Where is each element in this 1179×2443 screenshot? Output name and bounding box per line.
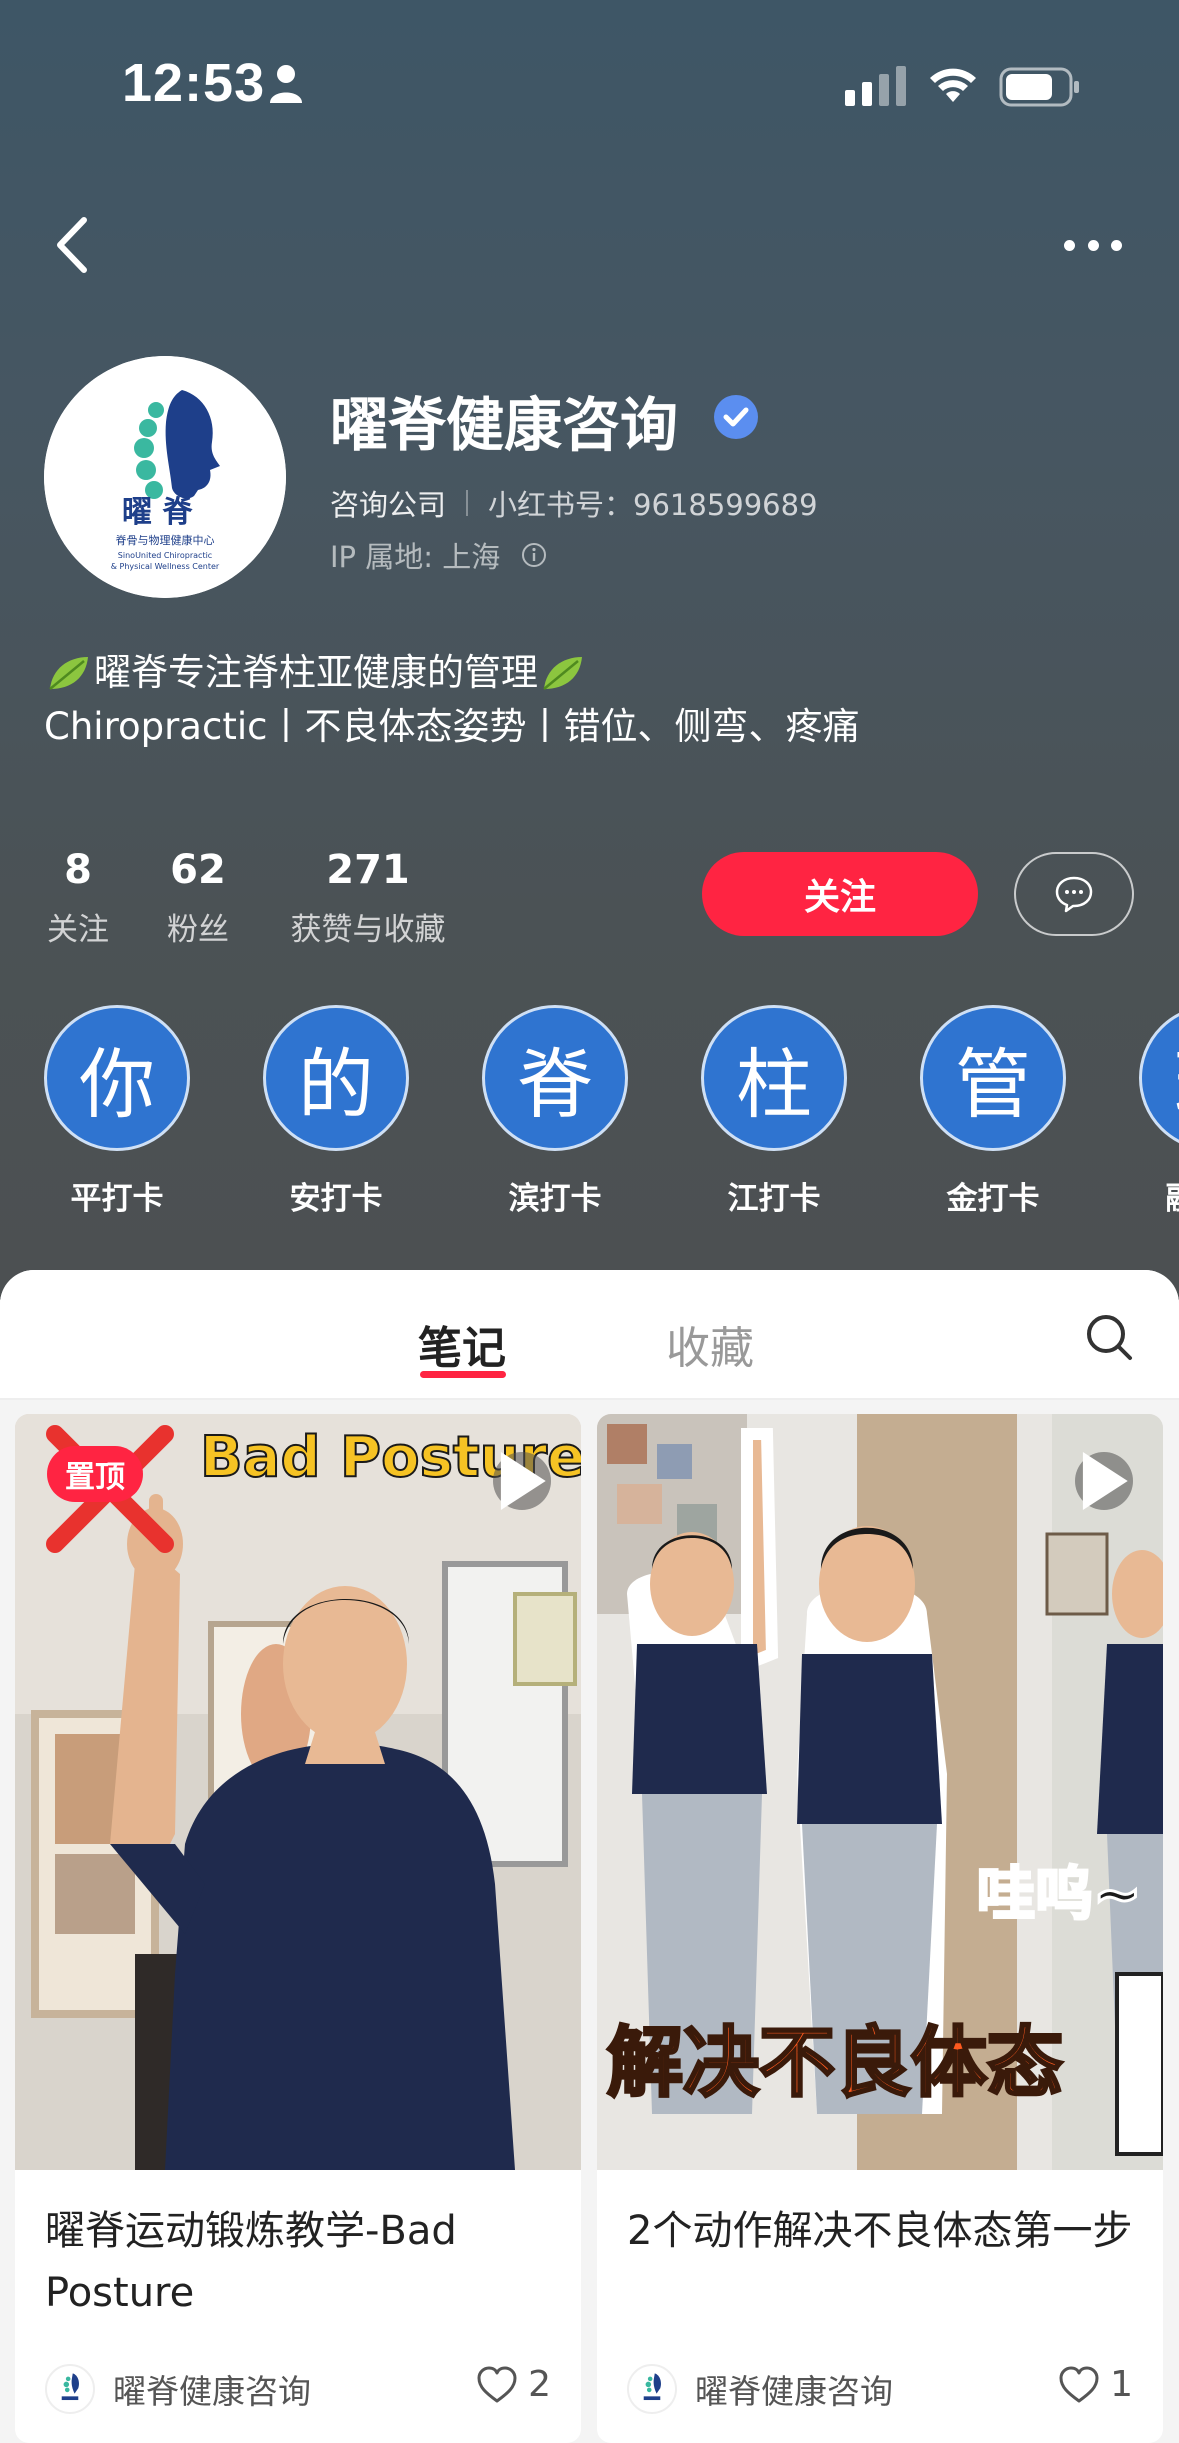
red-id[interactable]: 小红书号：9618599689 xyxy=(488,482,818,524)
profile-name: 曜脊健康咨询 xyxy=(330,391,679,459)
stat-label: 获赞与收藏 xyxy=(290,912,446,948)
note-title[interactable]: 2个动作解决不良体态第一步 xyxy=(627,2200,1137,2262)
cover-caption-top: 哇呜~ xyxy=(977,1860,1142,1928)
highlight-label: 安打卡 xyxy=(289,1181,383,1217)
message-button[interactable] xyxy=(1014,852,1134,936)
bio-line-2: Chiropractic丨不良体态姿势丨错位、侧弯、疼痛 xyxy=(44,705,860,748)
logo-subtitle: 脊骨与物理健康中心 xyxy=(116,533,215,547)
highlight-item[interactable]: 脊 滨打卡 xyxy=(482,1005,628,1218)
highlight-cover: 管 xyxy=(920,1005,1066,1151)
pinned-badge: 置顶 xyxy=(47,1446,143,1502)
highlight-item[interactable]: 的 安打卡 xyxy=(263,1005,409,1218)
play-icon xyxy=(1075,1452,1133,1510)
highlight-cover: 的 xyxy=(263,1005,409,1151)
status-time: 12:53 xyxy=(122,53,266,113)
bio-line-1: 曜脊专注脊柱亚健康的管理 xyxy=(94,651,538,694)
stat-followers[interactable]: 62 粉丝 xyxy=(164,846,232,949)
highlight-label: 江打卡 xyxy=(727,1181,821,1217)
info-icon[interactable] xyxy=(520,541,548,569)
highlight-label: 滨打卡 xyxy=(508,1181,602,1217)
note-cover[interactable]: Bad Posture 置顶 xyxy=(15,1414,581,2170)
search-icon[interactable] xyxy=(1084,1312,1134,1362)
stat-likes-collects[interactable]: 271 获赞与收藏 xyxy=(282,846,454,949)
highlight-item[interactable]: 理 融打卡 xyxy=(1139,1005,1179,1218)
highlight-cover: 你 xyxy=(44,1005,190,1151)
highlight-cover: 柱 xyxy=(701,1005,847,1151)
cover-caption-bottom: 解决不良体态 xyxy=(607,2018,1063,2107)
leaf-icon xyxy=(49,657,88,690)
like-button[interactable]: 1 xyxy=(1058,2364,1133,2405)
stat-label: 关注 xyxy=(47,912,109,948)
more-options-icon[interactable] xyxy=(1058,220,1128,270)
note-author[interactable]: 曜脊健康咨询 xyxy=(627,2364,893,2414)
highlight-label: 融打卡 xyxy=(1139,1173,1179,1218)
follow-button[interactable]: 关注 xyxy=(702,852,978,936)
verified-badge-icon xyxy=(714,395,758,439)
signal-icon xyxy=(845,66,906,106)
stat-number: 8 xyxy=(64,847,92,893)
like-count: 2 xyxy=(528,2364,551,2405)
profile-meta: 咨询公司 小红书号：9618599689 xyxy=(330,482,818,524)
highlight-item[interactable]: 你 平打卡 xyxy=(44,1005,190,1218)
stat-number: 271 xyxy=(326,847,410,893)
highlight-cover: 理 xyxy=(1139,1005,1179,1151)
like-button[interactable]: 2 xyxy=(476,2364,551,2405)
note-author[interactable]: 曜脊健康咨询 xyxy=(45,2364,311,2414)
note-card[interactable]: 哇呜~ 解决不良体态 2个动作解决不良体态第一步 曜脊健康咨询 1 xyxy=(597,1414,1163,2443)
person-icon xyxy=(270,65,302,103)
note-card[interactable]: Bad Posture 置顶 曜脊运动锻炼教学-Bad Posture 曜脊健康… xyxy=(15,1414,581,2443)
divider xyxy=(466,490,469,516)
play-icon xyxy=(493,1452,551,1510)
heart-icon xyxy=(477,2366,517,2402)
logo-english-1: SinoUnited Chiropractic xyxy=(118,551,212,560)
logo-text: 曜 脊 xyxy=(122,495,193,530)
author-name: 曜脊健康咨询 xyxy=(113,2372,311,2411)
highlight-overflow-clip: 理 融打卡 xyxy=(1139,1005,1179,1245)
chat-bubble-icon xyxy=(1055,876,1093,913)
tab-bar: 笔记 收藏 xyxy=(0,1270,1179,1400)
highlight-label: 平打卡 xyxy=(70,1181,164,1217)
ip-text: IP 属地: 上海 xyxy=(330,540,501,574)
tab-notes[interactable]: 笔记 xyxy=(418,1312,506,1376)
stat-following[interactable]: 8 关注 xyxy=(44,846,112,949)
note-title[interactable]: 曜脊运动锻炼教学-Bad Posture xyxy=(45,2200,555,2324)
stat-number: 62 xyxy=(170,847,226,893)
leaf-icon xyxy=(543,657,582,690)
highlight-item[interactable]: 柱 江打卡 xyxy=(701,1005,847,1218)
author-avatar xyxy=(45,2364,95,2414)
highlight-item[interactable]: 管 金打卡 xyxy=(920,1005,1066,1218)
stat-label: 粉丝 xyxy=(167,912,229,948)
content-panel: 笔记 收藏 Bad Posture 置顶 曜脊运动锻炼教学-Bad Postur… xyxy=(0,1270,1179,2443)
active-tab-indicator xyxy=(420,1371,506,1378)
tab-collections[interactable]: 收藏 xyxy=(666,1312,754,1376)
author-avatar xyxy=(627,2364,677,2414)
ip-location: IP 属地: 上海 xyxy=(330,534,548,576)
bio: 曜脊专注脊柱亚健康的管理 Chiropractic丨不良体态姿势丨错位、侧弯、疼… xyxy=(44,646,859,754)
battery-icon xyxy=(999,67,1079,107)
highlight-label: 金打卡 xyxy=(946,1181,1040,1217)
logo-english-2: & Physical Wellness Center xyxy=(111,562,220,571)
like-count: 1 xyxy=(1110,2364,1133,2405)
author-name: 曜脊健康咨询 xyxy=(695,2372,893,2411)
back-icon[interactable] xyxy=(48,210,98,280)
avatar[interactable]: 曜 脊 脊骨与物理健康中心 SinoUnited Chiropractic & … xyxy=(44,356,286,598)
account-type: 咨询公司 xyxy=(330,488,447,522)
heart-icon xyxy=(1059,2366,1099,2402)
highlight-cover: 脊 xyxy=(482,1005,628,1151)
note-cover[interactable]: 哇呜~ 解决不良体态 xyxy=(597,1414,1163,2170)
wifi-icon xyxy=(930,68,976,102)
